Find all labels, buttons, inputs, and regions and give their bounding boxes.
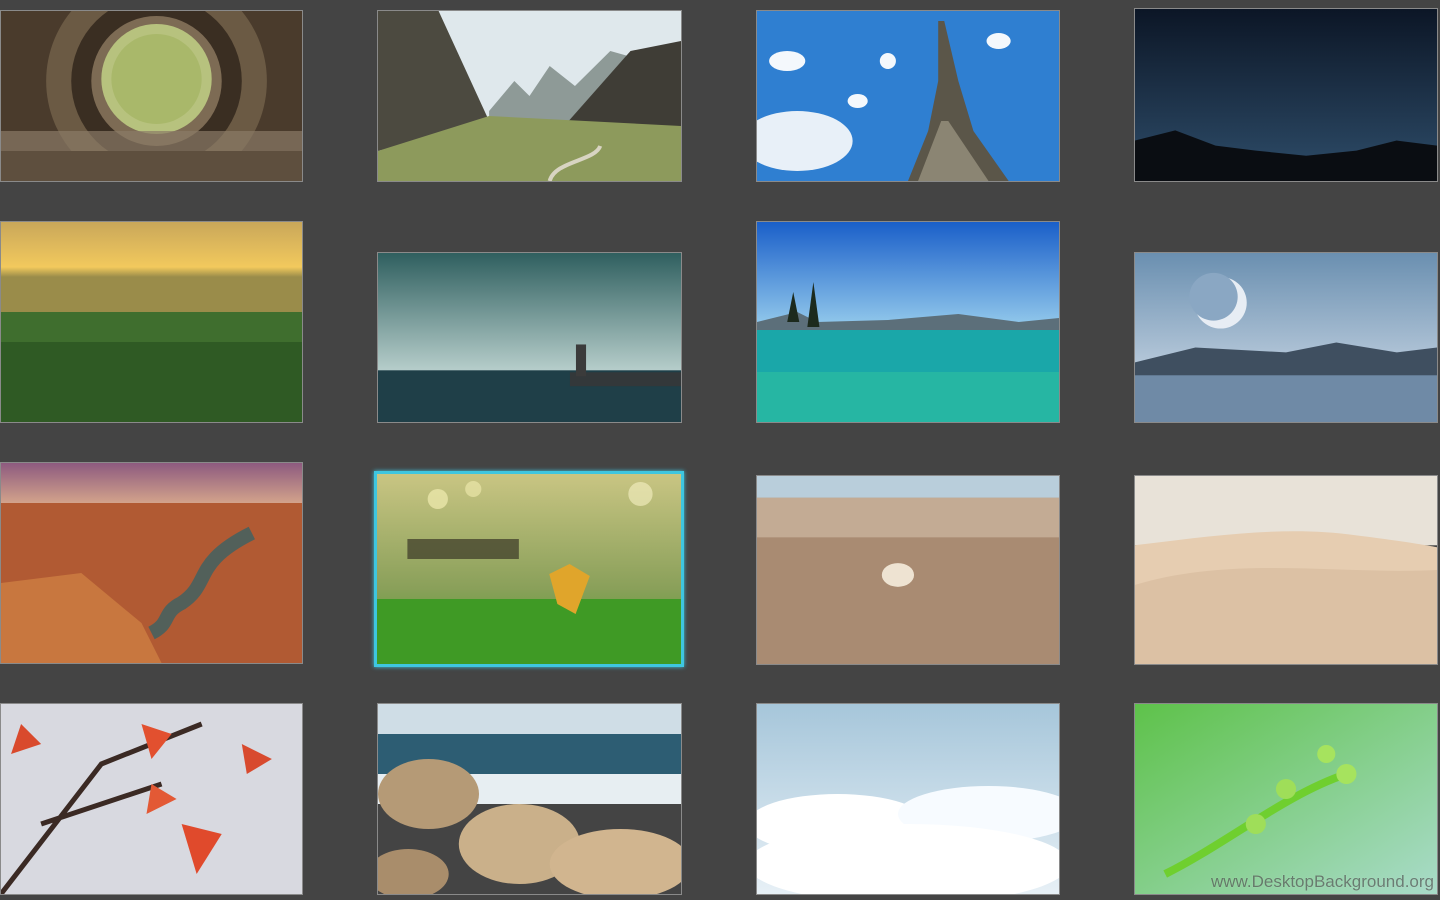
wooden-tunnel-wallpaper[interactable]	[0, 10, 303, 182]
canyon-river-image	[1, 463, 302, 663]
leaf-on-grass-wallpaper[interactable]	[374, 471, 684, 667]
mountain-valley-image	[378, 11, 681, 181]
watermark-text: www.DesktopBackground.org	[1210, 872, 1434, 891]
night-horizon-image	[1135, 9, 1437, 181]
rocky-shore-image	[378, 704, 681, 894]
red-maple-leaves-wallpaper[interactable]	[0, 703, 303, 895]
canyon-river-wallpaper[interactable]	[0, 462, 303, 664]
desert-dunes-image	[1135, 476, 1437, 664]
lighthouse-sea-image	[378, 253, 681, 422]
wheat-field-sunset-wallpaper[interactable]	[0, 221, 303, 423]
leaf-on-grass-image	[377, 474, 681, 664]
lighthouse-sea-wallpaper[interactable]	[377, 252, 682, 423]
wooden-tunnel-image	[1, 11, 302, 181]
green-fern-wallpaper[interactable]	[1134, 703, 1438, 895]
wheat-field-sunset-image	[1, 222, 302, 422]
seashell-beach-image	[757, 476, 1059, 664]
eiffel-tower-wallpaper[interactable]	[756, 10, 1060, 182]
desert-dunes-wallpaper[interactable]	[1134, 475, 1438, 665]
rocky-shore-wallpaper[interactable]	[377, 703, 682, 895]
moon-lake-wallpaper[interactable]	[1134, 252, 1438, 423]
moon-lake-image	[1135, 253, 1437, 422]
eiffel-tower-image	[757, 11, 1059, 181]
above-clouds-wallpaper[interactable]	[756, 703, 1060, 895]
above-clouds-image	[757, 704, 1059, 894]
seashell-beach-wallpaper[interactable]	[756, 475, 1060, 665]
mountain-valley-wallpaper[interactable]	[377, 10, 682, 182]
turquoise-lake-image	[757, 222, 1059, 422]
night-horizon-wallpaper[interactable]	[1134, 8, 1438, 182]
red-maple-leaves-image	[1, 704, 302, 894]
turquoise-lake-wallpaper[interactable]	[756, 221, 1060, 423]
green-fern-image	[1135, 704, 1437, 894]
